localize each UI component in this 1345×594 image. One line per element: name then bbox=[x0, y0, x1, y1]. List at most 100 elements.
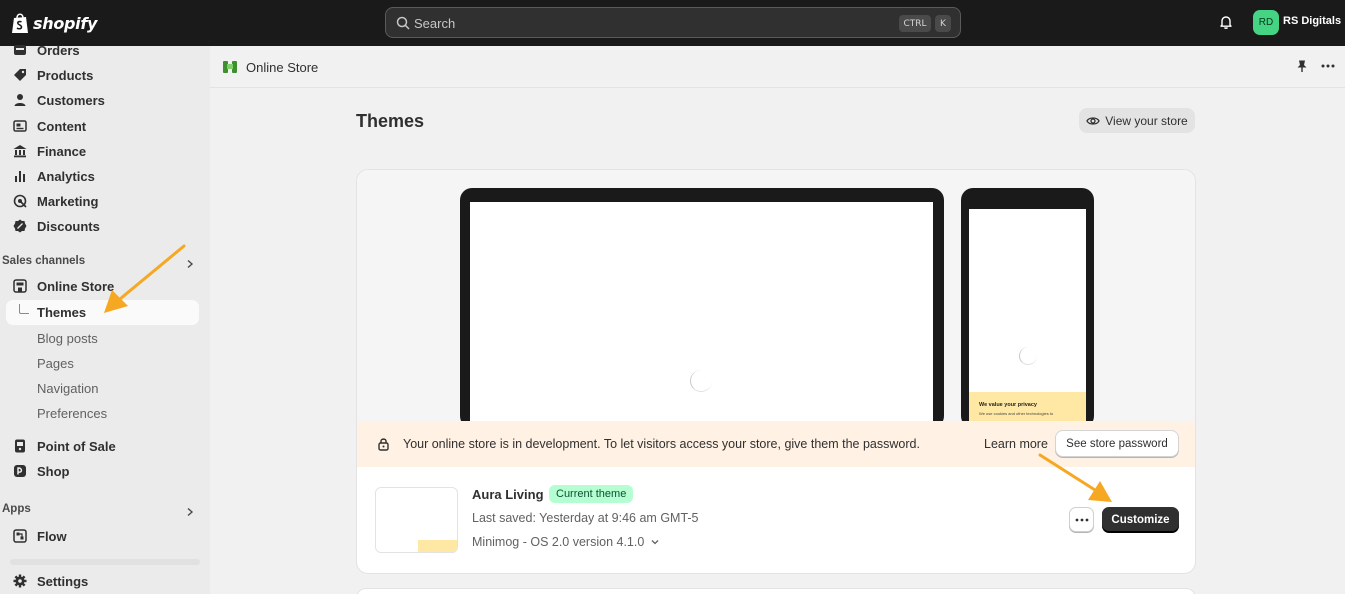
loading-spinner bbox=[1019, 347, 1037, 365]
lock-icon bbox=[378, 438, 389, 451]
shortcut-ctrl-key: CTRL bbox=[899, 15, 931, 32]
bar-chart-icon bbox=[15, 171, 25, 182]
theme-version-dropdown[interactable]: Minimog - OS 2.0 version 4.1.0 bbox=[472, 535, 660, 549]
current-theme-row: Aura Living Current theme Last saved: Ye… bbox=[357, 467, 1195, 573]
store-name[interactable]: RS Digitals bbox=[1283, 15, 1341, 27]
sidebar-item-products[interactable]: Products bbox=[12, 65, 93, 85]
sidebar-item-label: Finance bbox=[37, 143, 87, 159]
sidebar-item-settings[interactable]: Settings bbox=[12, 571, 88, 591]
see-store-password-button[interactable]: See store password bbox=[1055, 430, 1179, 457]
online-store-icon bbox=[223, 61, 237, 73]
sidebar-subitem-label: Themes bbox=[37, 305, 87, 320]
theme-library-card bbox=[356, 588, 1196, 594]
page-title: Themes bbox=[356, 111, 425, 131]
privacy-title: We value your privacy bbox=[979, 402, 1037, 408]
privacy-text: We use cookies and other technologies to bbox=[979, 411, 1054, 416]
desktop-screen bbox=[470, 202, 933, 432]
sidebar-item-label: Discounts bbox=[37, 218, 100, 234]
desktop-preview bbox=[460, 188, 944, 432]
sidebar-item-label: Content bbox=[37, 118, 87, 134]
person-icon bbox=[14, 94, 26, 106]
target-icon bbox=[13, 194, 27, 208]
avatar[interactable]: RD bbox=[1253, 10, 1279, 35]
sidebar-item-online-store[interactable]: Online Store bbox=[12, 276, 114, 296]
sidebar-divider bbox=[10, 559, 200, 565]
theme-thumbnail[interactable] bbox=[375, 487, 458, 553]
mobile-preview: We value your privacy We use cookies and… bbox=[961, 188, 1094, 432]
bank-icon bbox=[13, 145, 27, 158]
pin-icon[interactable] bbox=[1295, 59, 1309, 73]
shopify-bag-icon bbox=[12, 13, 28, 33]
sidebar-item-marketing[interactable]: Marketing bbox=[12, 191, 98, 211]
theme-name: Aura Living bbox=[472, 487, 544, 502]
banner-message: Your online store is in development. To … bbox=[403, 437, 920, 451]
sidebar-subitem-preferences[interactable]: Preferences bbox=[37, 406, 107, 421]
tag-icon bbox=[14, 69, 26, 81]
sidebar-item-discounts[interactable]: Discounts bbox=[12, 216, 100, 236]
sidebar-item-label: Point of Sale bbox=[37, 438, 116, 454]
learn-more-link[interactable]: Learn more bbox=[984, 437, 1048, 451]
logo-text: shopify bbox=[33, 13, 98, 33]
shopify-logo[interactable]: shopify bbox=[11, 10, 97, 36]
sidebar-item-label: Analytics bbox=[37, 168, 95, 184]
flow-icon bbox=[13, 529, 27, 543]
customize-button[interactable]: Customize bbox=[1102, 507, 1179, 532]
bell-icon[interactable] bbox=[1218, 14, 1234, 30]
header-title: Online Store bbox=[246, 60, 319, 75]
sidebar-item-finance[interactable]: Finance bbox=[12, 141, 86, 161]
pos-icon bbox=[15, 439, 25, 453]
sidebar-subitem-themes[interactable]: Themes bbox=[6, 300, 199, 325]
sidebar-item-analytics[interactable]: Analytics bbox=[12, 166, 95, 186]
view-store-button[interactable]: View your store bbox=[1079, 108, 1195, 133]
sidebar-item-content[interactable]: Content bbox=[12, 116, 86, 136]
sidebar-item-label: Products bbox=[37, 67, 94, 83]
sidebar-item-flow[interactable]: Flow bbox=[12, 526, 67, 546]
sidebar-item-point-of-sale[interactable]: Point of Sale bbox=[12, 436, 116, 456]
thumbnail-privacy-bar bbox=[418, 540, 457, 552]
shortcut-k-key: K bbox=[935, 15, 951, 32]
sidebar-item-label: Customers bbox=[37, 92, 105, 108]
sidebar-item-label: Settings bbox=[37, 573, 89, 589]
search-placeholder: Search bbox=[414, 16, 456, 31]
more-actions-icon[interactable] bbox=[1320, 59, 1336, 73]
chevron-right-icon[interactable] bbox=[185, 507, 195, 517]
current-theme-badge: Current theme bbox=[549, 485, 634, 503]
page-header: Online Store bbox=[210, 46, 1345, 88]
eye-icon bbox=[1086, 116, 1100, 125]
theme-more-button[interactable] bbox=[1069, 507, 1094, 532]
chevron-down-icon bbox=[651, 540, 659, 545]
top-bar: shopify Search CTRL K RD RS Digitals bbox=[0, 0, 1345, 46]
sidebar-item-shop[interactable]: Shop bbox=[12, 461, 70, 481]
tree-connector bbox=[19, 304, 29, 314]
sidebar-subitem-pages[interactable]: Pages bbox=[37, 356, 74, 371]
search-bar[interactable]: Search CTRL K bbox=[385, 7, 961, 38]
theme-card: We value your privacy We use cookies and… bbox=[356, 169, 1196, 574]
sales-channels-heading: Sales channels bbox=[2, 255, 86, 267]
sidebar-item-label: Flow bbox=[37, 528, 67, 544]
mobile-screen: We value your privacy We use cookies and… bbox=[969, 209, 1086, 432]
loading-spinner bbox=[690, 370, 712, 392]
sidebar-subitem-blog-posts[interactable]: Blog posts bbox=[37, 331, 98, 346]
sidebar-item-label: Orders bbox=[37, 42, 80, 58]
sidebar-item-label: Shop bbox=[37, 463, 70, 479]
content-icon bbox=[13, 120, 27, 132]
view-store-label: View your store bbox=[1105, 113, 1188, 128]
orders-icon bbox=[14, 45, 26, 55]
store-icon bbox=[13, 279, 27, 293]
apps-heading: Apps bbox=[2, 503, 31, 515]
chevron-right-icon[interactable] bbox=[185, 259, 195, 269]
theme-version-text: Minimog - OS 2.0 version 4.1.0 bbox=[472, 535, 645, 549]
last-saved-text: Last saved: Yesterday at 9:46 am GMT-5 bbox=[472, 511, 699, 525]
development-banner: Your online store is in development. To … bbox=[357, 421, 1195, 467]
discount-icon bbox=[13, 219, 27, 233]
gear-icon bbox=[13, 574, 27, 588]
sidebar-subitem-navigation[interactable]: Navigation bbox=[37, 381, 98, 396]
sidebar-item-label: Online Store bbox=[37, 278, 115, 294]
theme-preview[interactable]: We value your privacy We use cookies and… bbox=[357, 170, 1195, 432]
sidebar-item-label: Marketing bbox=[37, 193, 99, 209]
search-icon bbox=[396, 16, 410, 30]
more-horizontal-icon bbox=[1075, 518, 1089, 522]
shop-icon bbox=[14, 465, 26, 477]
sidebar-item-customers[interactable]: Customers bbox=[12, 90, 105, 110]
sidebar-item-orders[interactable]: Orders bbox=[12, 40, 80, 60]
